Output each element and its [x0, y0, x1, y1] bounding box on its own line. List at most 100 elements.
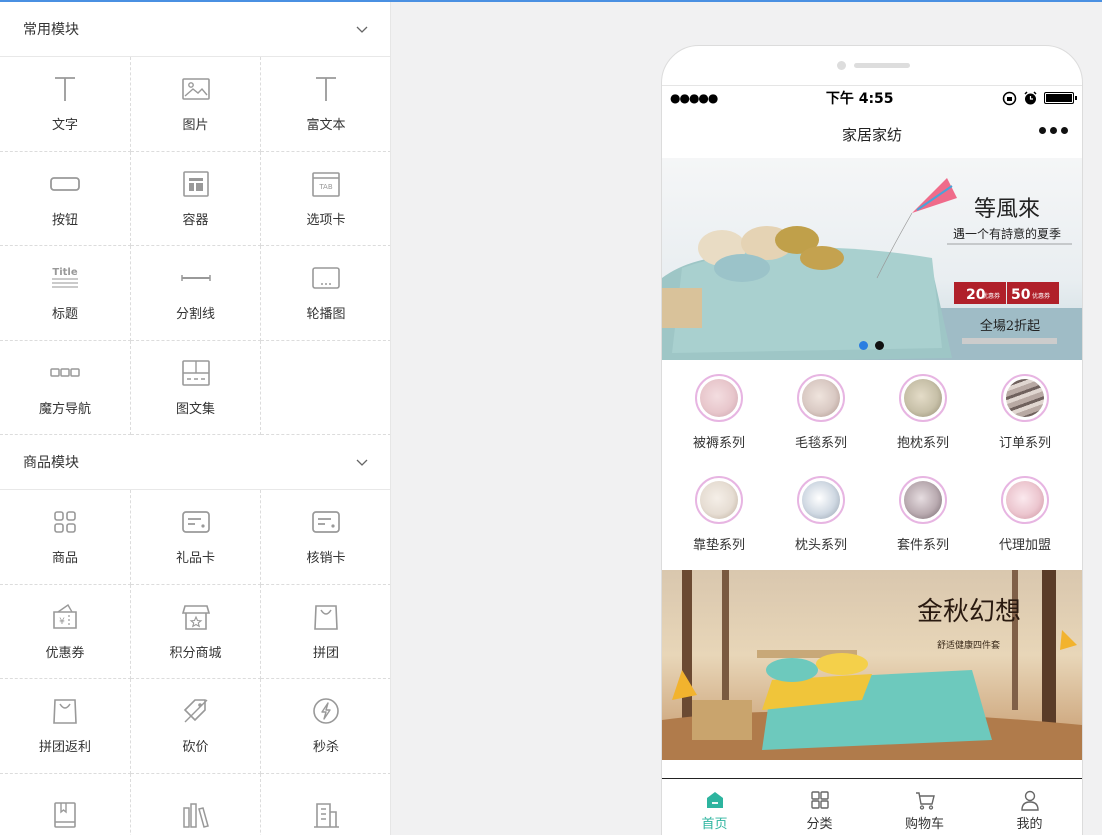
- module-label: 按钮: [51, 212, 78, 228]
- module-group-buy[interactable]: 拼团: [261, 585, 390, 679]
- module-gallery[interactable]: 图文集: [131, 340, 261, 435]
- module-goods[interactable]: 商品: [0, 490, 131, 585]
- tab-category[interactable]: 分类: [767, 779, 872, 835]
- books-icon: [182, 803, 209, 829]
- coupon2-label: 优惠券: [1032, 292, 1050, 300]
- flash-sale-icon: [313, 698, 339, 725]
- category-icon: [810, 791, 829, 809]
- category-thumb: [904, 481, 942, 519]
- promo-banner[interactable]: 金秋幻想 舒适健康四件套: [662, 570, 1082, 760]
- module-tab[interactable]: TAB 选项卡: [261, 152, 390, 246]
- component-panel: 常用模块 文字 图片 富文本 按钮 容器 TAB 选项卡 Title 标题 分割…: [0, 2, 391, 835]
- cube-nav-icon: [50, 368, 80, 377]
- coupon-icon: ¥: [53, 603, 77, 629]
- title-icon: Title: [52, 267, 78, 288]
- module-books[interactable]: [131, 773, 261, 835]
- module-rich-text[interactable]: 富文本: [261, 57, 390, 152]
- svg-text:TAB: TAB: [318, 183, 333, 191]
- category-thumb: [904, 379, 942, 417]
- carousel-dot-active[interactable]: [859, 341, 868, 350]
- category-label: 靠垫系列: [692, 538, 745, 553]
- section-header-goods[interactable]: 商品模块: [0, 435, 390, 490]
- group-buy-icon: [314, 604, 338, 630]
- more-icon[interactable]: [1039, 127, 1068, 134]
- module-flash-sale[interactable]: 秒杀: [261, 679, 390, 774]
- carousel-banner[interactable]: 等風來 遇一个有詩意的夏季 20 优惠券 50 优惠券 全場2折起: [662, 158, 1082, 360]
- category-label: 枕头系列: [794, 538, 847, 553]
- category-thumb: [802, 481, 840, 519]
- module-cube-nav[interactable]: 魔方导航: [0, 340, 131, 435]
- module-divider[interactable]: 分割线: [131, 246, 261, 341]
- category-thumb: [700, 481, 738, 519]
- category-thumb: [802, 379, 840, 417]
- gift-card-icon: [181, 511, 210, 534]
- module-label: 商品: [51, 551, 78, 567]
- category-label: 套件系列: [896, 538, 949, 553]
- module-button[interactable]: 按钮: [0, 151, 131, 246]
- module-label: 分割线: [175, 307, 215, 323]
- section-header-common[interactable]: 常用模块: [0, 2, 390, 57]
- goods-icon: [54, 511, 76, 534]
- category-thumb: [1006, 379, 1044, 417]
- category-item[interactable]: 被褥系列: [668, 374, 770, 468]
- category-item[interactable]: 套件系列: [872, 476, 974, 570]
- category-item[interactable]: 靠垫系列: [668, 476, 770, 570]
- phone-speaker: [837, 61, 910, 70]
- module-label: 文字: [51, 118, 78, 134]
- alarm-icon: [1024, 90, 1037, 104]
- category-item[interactable]: 枕头系列: [770, 476, 872, 570]
- divider-icon: [180, 275, 211, 282]
- tab-cart[interactable]: 购物车: [872, 779, 977, 835]
- carousel-indicator: [859, 341, 884, 350]
- module-carousel[interactable]: 轮播图: [261, 246, 390, 341]
- svg-text:¥: ¥: [59, 617, 65, 627]
- category-thumb: [1006, 481, 1044, 519]
- module-group-rebate[interactable]: 拼团返利: [0, 679, 131, 774]
- rich-text-icon: [316, 77, 336, 102]
- nav-title: 家居家纺: [841, 125, 902, 144]
- autumn-bedroom-image: 金秋幻想 舒适健康四件套: [662, 570, 1082, 760]
- carousel-dot[interactable]: [875, 341, 884, 350]
- tab-home[interactable]: 首页: [662, 779, 767, 835]
- module-points-mall[interactable]: 积分商城: [131, 584, 261, 679]
- tab-profile[interactable]: 我的: [977, 779, 1082, 835]
- banner-subheading: 遇一个有詩意的夏季: [953, 226, 1061, 241]
- module-label: 积分商城: [169, 645, 222, 661]
- tab-label: 我的: [1016, 817, 1043, 832]
- empty-cell: [261, 341, 390, 435]
- coupon2-value: 50: [1011, 287, 1031, 303]
- svg-text:Title: Title: [52, 267, 77, 278]
- module-label: 图文集: [175, 401, 215, 417]
- module-image[interactable]: 图片: [131, 57, 261, 152]
- gallery-icon: [181, 359, 210, 386]
- container-icon: [182, 170, 209, 197]
- section-title: 商品模块: [23, 455, 79, 471]
- module-label: 容器: [182, 212, 209, 228]
- module-building[interactable]: [261, 774, 390, 835]
- group-rebate-icon: [53, 699, 77, 725]
- points-mall-icon: [181, 604, 210, 630]
- writeoff-card-icon: [312, 511, 340, 534]
- module-gift-card[interactable]: 礼品卡: [131, 490, 261, 585]
- module-text[interactable]: 文字: [0, 57, 131, 152]
- bargain-icon: [183, 699, 207, 723]
- module-book[interactable]: [0, 773, 131, 835]
- bedroom-scene-image: 等風來 遇一个有詩意的夏季 20 优惠券 50 优惠券 全場2折起: [662, 178, 1082, 360]
- coupon1-label: 优惠券: [982, 292, 1000, 300]
- module-label: 轮播图: [306, 307, 346, 323]
- module-label: 砍价: [182, 740, 209, 756]
- user-icon: [1020, 790, 1039, 811]
- module-writeoff-card[interactable]: 核销卡: [261, 490, 390, 585]
- common-modules-grid: 文字 图片 富文本 按钮 容器 TAB 选项卡 Title 标题 分割线 轮播图…: [0, 57, 390, 435]
- module-bargain[interactable]: 砍价: [131, 679, 261, 774]
- module-coupon[interactable]: ¥ 优惠券: [0, 584, 131, 679]
- category-item[interactable]: 代理加盟: [974, 476, 1076, 570]
- category-item[interactable]: 订单系列: [974, 374, 1076, 468]
- category-item[interactable]: 抱枕系列: [872, 374, 974, 468]
- banner-promo: 全場2折起: [980, 318, 1040, 334]
- category-item[interactable]: 毛毯系列: [770, 374, 872, 468]
- module-container[interactable]: 容器: [131, 151, 261, 246]
- module-title[interactable]: Title 标题: [0, 246, 131, 341]
- tab-icon: TAB: [312, 171, 340, 197]
- text-icon: [55, 77, 75, 102]
